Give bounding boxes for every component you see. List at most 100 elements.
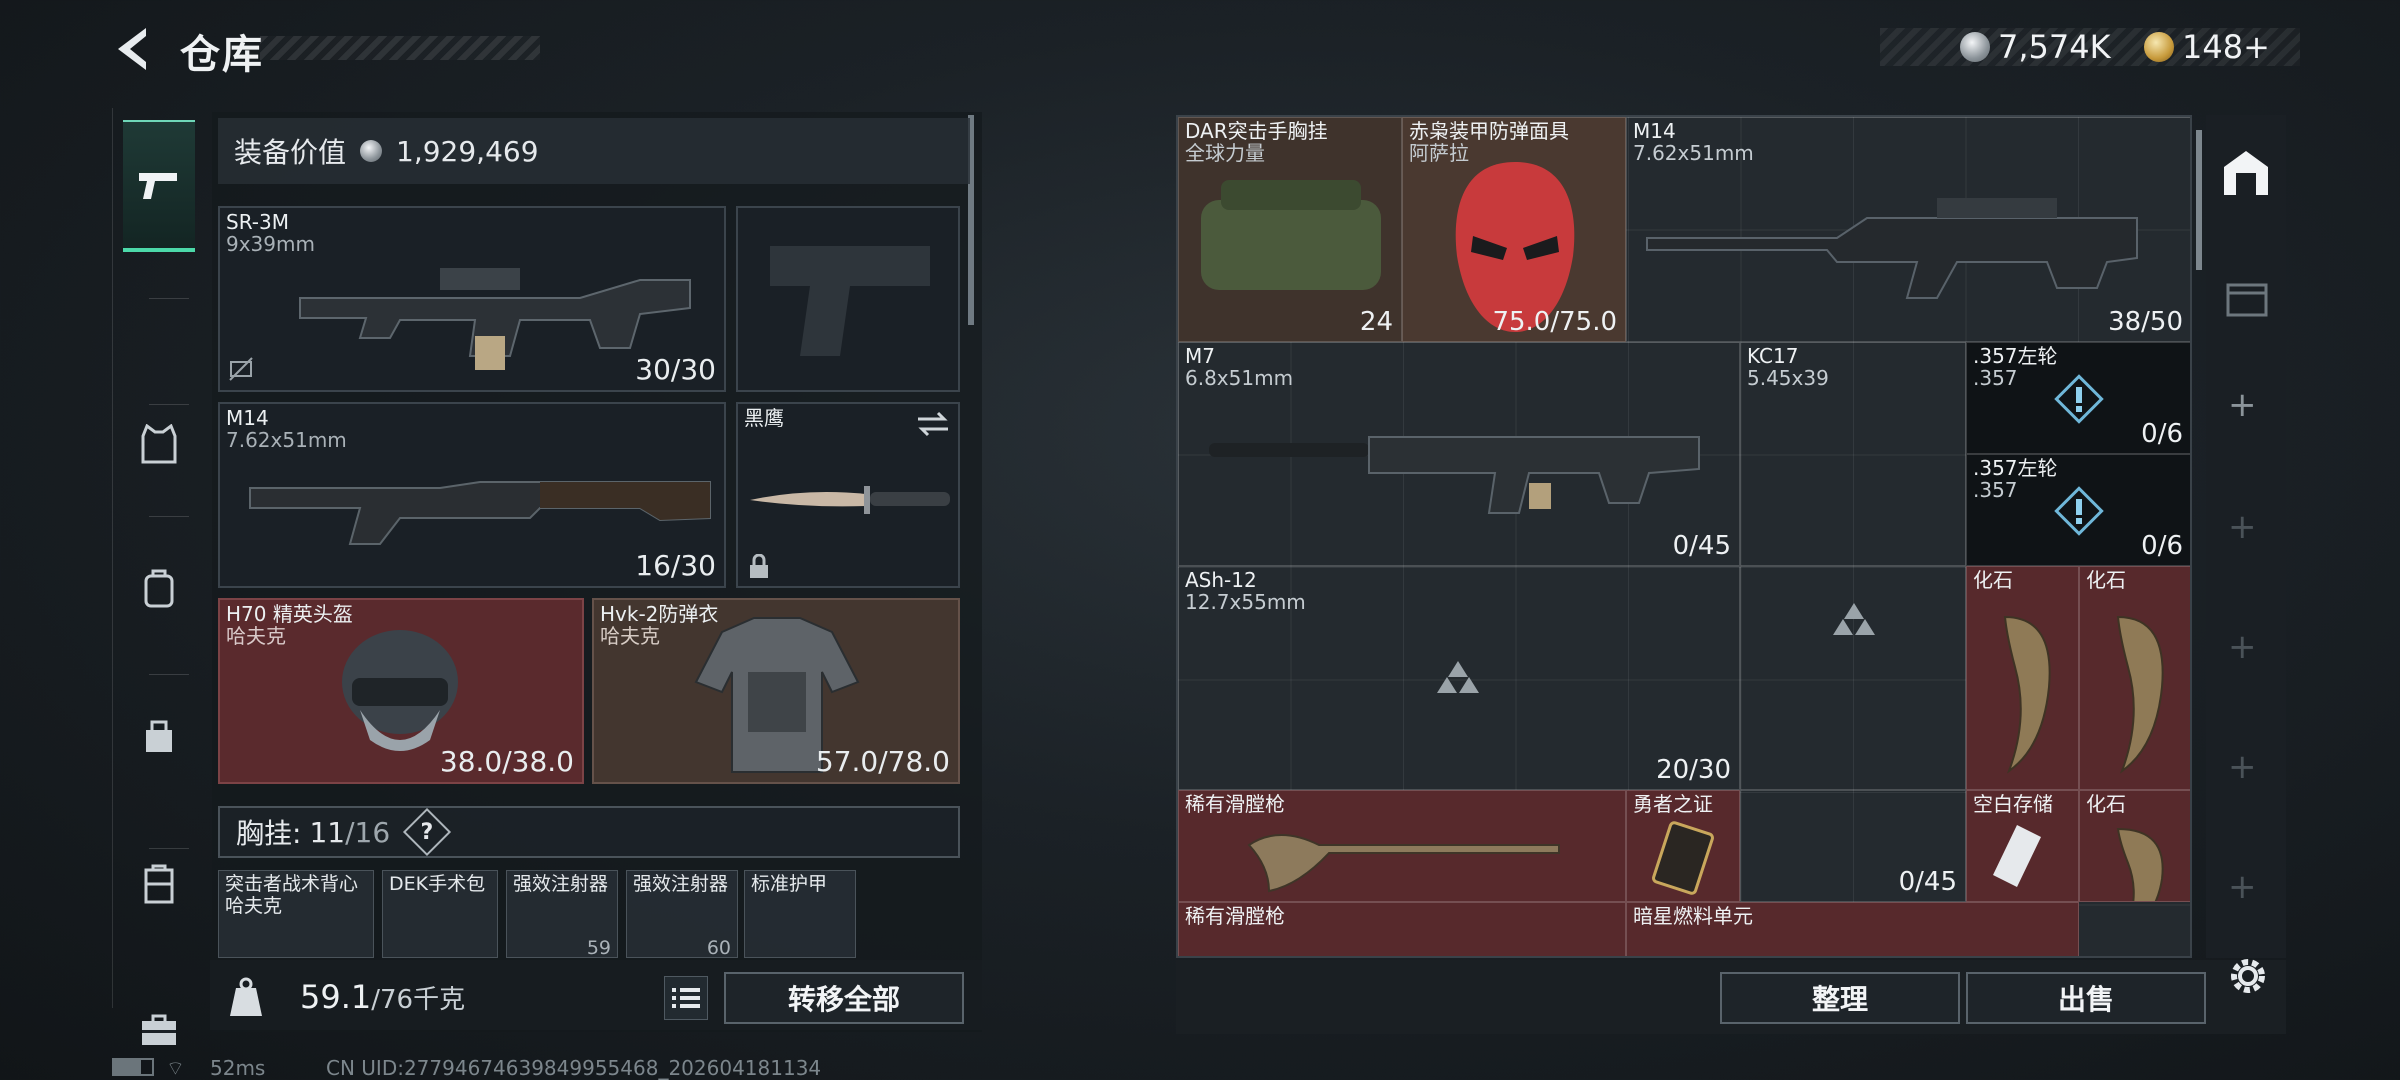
storage-item[interactable]: 空白存储 — [1966, 790, 2079, 902]
item-sub: .357 — [1973, 478, 2018, 502]
chest-rig-bar[interactable]: 胸挂: 11/16 ? — [218, 806, 960, 858]
chest-item[interactable]: 突击者战术背心 哈夫克 — [218, 870, 374, 958]
chest-item-name: 标准护甲 — [751, 873, 828, 895]
item-sub: 5.45x39 — [1747, 366, 1829, 390]
equipment-value-amount: 1,929,469 — [396, 134, 539, 168]
list-icon — [672, 988, 700, 1008]
item-sub: 12.7x55mm — [1185, 590, 1306, 614]
add-storage-tab-icon[interactable]: + — [2228, 747, 2257, 787]
item-name: DAR突击手胸挂 — [1185, 119, 1328, 143]
storage-tab-main[interactable] — [2218, 145, 2274, 201]
storage-empty-cell[interactable] — [1740, 566, 1966, 790]
item-durability: 75.0/75.0 — [1492, 307, 1617, 337]
storage-item[interactable]: M14 7.62x51mm 38/50 — [1626, 117, 2190, 342]
secondary-weapon-slot[interactable]: M14 7.62x51mm 16/30 — [218, 402, 726, 588]
settings-gear-icon[interactable] — [2226, 954, 2270, 998]
toolbox-icon — [142, 1014, 176, 1045]
melee-name: 黑鹰 — [744, 406, 784, 430]
help-icon[interactable]: ? — [403, 807, 452, 857]
ping-text: 52ms — [210, 1056, 266, 1080]
pistol-slot[interactable] — [736, 206, 960, 392]
weapon-ammo: 20/30 — [1656, 755, 1731, 785]
helmet-slot[interactable]: H70 精英头盔 哈夫克 38.0/38.0 — [218, 598, 584, 784]
pistol-icon — [139, 173, 177, 199]
add-storage-tab-icon[interactable]: + — [2228, 507, 2257, 547]
loading-placeholder-icon — [1833, 603, 1875, 635]
add-storage-tab-icon[interactable]: + — [2228, 867, 2257, 907]
primary-weapon-slot[interactable]: SR-3M 9x39mm 30/30 — [218, 206, 726, 392]
storage-item[interactable]: KC17 5.45x39 — [1740, 342, 1966, 566]
sort-button[interactable]: 整理 — [1720, 972, 1960, 1024]
item-name: ASh-12 — [1185, 568, 1257, 592]
warning-icon — [2054, 486, 2104, 536]
backpack-icon — [144, 569, 174, 608]
m14-rifle-image — [249, 481, 711, 545]
armor-brand: 哈夫克 — [600, 624, 660, 648]
storage-item[interactable]: .357左轮 .357 0/6 — [1966, 342, 2190, 454]
storage-item[interactable]: 勇者之证 — [1626, 790, 1740, 902]
storage-item[interactable]: 化石 — [2079, 566, 2190, 790]
storage-item[interactable]: .357左轮 .357 0/6 — [1966, 454, 2190, 566]
no-insurance-icon — [229, 357, 253, 381]
storage-item[interactable]: 0/45 — [1740, 790, 1966, 902]
category-bag[interactable] — [123, 670, 195, 802]
item-name: 稀有滑膛枪 — [1185, 792, 1285, 816]
back-arrow-icon[interactable] — [108, 24, 158, 74]
weapon-name: M14 — [226, 406, 269, 430]
weapon-ammo: 30/30 — [635, 353, 716, 386]
title-decoration — [260, 36, 540, 60]
storage-item[interactable]: 化石 — [2079, 790, 2190, 902]
storage-item[interactable]: ASh-12 12.7x55mm 20/30 — [1178, 566, 1740, 790]
item-name: 化石 — [2086, 568, 2126, 592]
weapon-ammo: 38/50 — [2108, 307, 2183, 337]
category-backpack[interactable] — [123, 522, 195, 654]
weapon-ammo: 16/30 — [635, 549, 716, 582]
silver-coin-icon — [360, 140, 383, 162]
storage-item[interactable]: 暗星燃料单元 — [1626, 902, 2079, 956]
chest-item-name: 突击者战术背心 — [225, 873, 359, 895]
storage-scrollbar[interactable] — [2196, 130, 2202, 270]
transfer-all-button[interactable]: 转移全部 — [724, 972, 964, 1024]
add-storage-tab-icon[interactable]: + — [2228, 385, 2257, 425]
storage-item[interactable]: 赤枭装甲防弹面具 阿萨拉 75.0/75.0 — [1402, 117, 1626, 342]
weight-icon — [230, 977, 262, 1016]
storage-item[interactable]: 化石 — [1966, 566, 2079, 790]
fossil-claw-image — [2116, 827, 2164, 901]
storage-item[interactable]: M7 6.8x51mm 0/45 — [1178, 342, 1740, 566]
badge-card-image — [1652, 821, 1714, 895]
category-firearms[interactable] — [123, 120, 195, 252]
swap-icon[interactable] — [916, 410, 950, 438]
fossil-claw-image — [2003, 615, 2051, 774]
storage-item[interactable]: DAR突击手胸挂 全球力量 24 — [1178, 117, 1402, 342]
chest-item[interactable]: 强效注射器 59 — [506, 870, 618, 959]
lock-icon — [750, 554, 768, 578]
list-view-button[interactable] — [664, 976, 708, 1020]
storage-house-icon — [2224, 151, 2268, 195]
chest-item[interactable]: 标准护甲 — [744, 870, 856, 958]
armor-slot[interactable]: Hvk-2防弹衣 哈夫克 57.0/78.0 — [592, 598, 960, 784]
storage-box-icon — [2226, 283, 2268, 317]
page-title: 仓库 — [180, 32, 264, 78]
gold-currency[interactable]: 148+ — [2144, 28, 2270, 66]
storage-item[interactable]: 稀有滑膛枪 — [1178, 790, 1626, 902]
fossil-claw-image — [2116, 615, 2164, 774]
item-name: KC17 — [1747, 344, 1799, 368]
chest-item[interactable]: DEK手术包 — [382, 870, 498, 958]
category-armor[interactable] — [123, 378, 195, 510]
add-storage-tab-icon[interactable]: + — [2228, 627, 2257, 667]
chest-rig-total: /16 — [345, 815, 391, 849]
sell-button[interactable]: 出售 — [1966, 972, 2206, 1024]
category-container[interactable] — [123, 818, 195, 950]
chest-item-name: DEK手术包 — [389, 873, 486, 895]
item-name: 暗星燃料单元 — [1633, 904, 1753, 928]
storage-tab-2[interactable] — [2222, 271, 2272, 321]
chest-item[interactable]: 强效注射器 60 — [626, 870, 738, 959]
storage-item[interactable]: 稀有滑膛枪 — [1178, 902, 1626, 956]
melee-slot[interactable]: 黑鹰 — [736, 402, 960, 588]
loading-placeholder-icon — [1437, 661, 1479, 693]
item-name: M14 — [1633, 119, 1676, 143]
case-icon — [144, 864, 174, 904]
storage-drive-image — [1993, 825, 2041, 887]
item-name: 赤枭装甲防弹面具 — [1409, 119, 1569, 143]
storage-tabs: + + + + + — [2206, 115, 2286, 958]
